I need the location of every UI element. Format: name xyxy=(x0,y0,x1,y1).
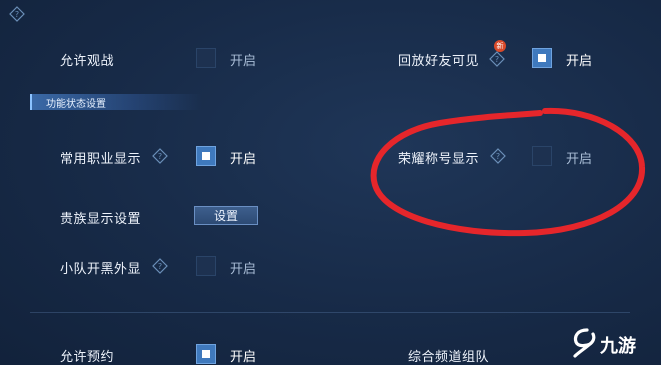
allow-spectate-checkbox[interactable] xyxy=(196,48,216,68)
svg-text:?: ? xyxy=(158,152,162,161)
row-label-allow-spectate: 允许观战 xyxy=(60,54,115,69)
squad-external-display-checkbox[interactable] xyxy=(196,256,216,276)
row-label-general-channel-team: 综合频道组队 xyxy=(408,350,490,365)
watermark-text: 九游 xyxy=(600,336,636,357)
help-icon[interactable]: ? xyxy=(152,258,168,274)
noble-settings-button[interactable]: 设置 xyxy=(194,206,258,225)
row-label-common-role-display: 常用职业显示 xyxy=(60,152,142,167)
svg-text:?: ? xyxy=(158,262,162,271)
red-annotation-circle xyxy=(370,107,646,237)
section-header: 功能状态设置 xyxy=(30,94,202,110)
help-icon[interactable]: ? xyxy=(489,51,505,67)
row-label-allow-reservation: 允许预约 xyxy=(60,350,115,365)
replay-friends-visible-on-text: 开启 xyxy=(566,54,593,69)
allow-reservation-on-text: 开启 xyxy=(230,350,257,365)
svg-text:?: ? xyxy=(495,55,499,64)
common-role-display-on-text: 开启 xyxy=(230,152,257,167)
row-label-replay-friends-visible: 回放好友可见 xyxy=(398,54,480,69)
common-role-display-checkbox[interactable] xyxy=(196,146,216,166)
help-icon[interactable]: ? xyxy=(9,6,25,22)
allow-spectate-on-text: 开启 xyxy=(230,54,257,69)
row-label-squad-external-display: 小队开黑外显 xyxy=(60,262,142,277)
jiuyou-logo-icon xyxy=(573,328,596,358)
help-icon[interactable]: ? xyxy=(152,148,168,164)
section-title: 功能状态设置 xyxy=(46,99,106,110)
replay-friends-visible-checkbox[interactable] xyxy=(532,48,552,68)
svg-text:?: ? xyxy=(15,10,19,19)
section-divider xyxy=(30,312,630,313)
row-label-noble-display-settings: 贵族显示设置 xyxy=(60,212,142,227)
squad-external-display-on-text: 开启 xyxy=(230,262,257,277)
new-badge: 新 xyxy=(494,40,506,52)
allow-reservation-checkbox[interactable] xyxy=(196,344,216,364)
